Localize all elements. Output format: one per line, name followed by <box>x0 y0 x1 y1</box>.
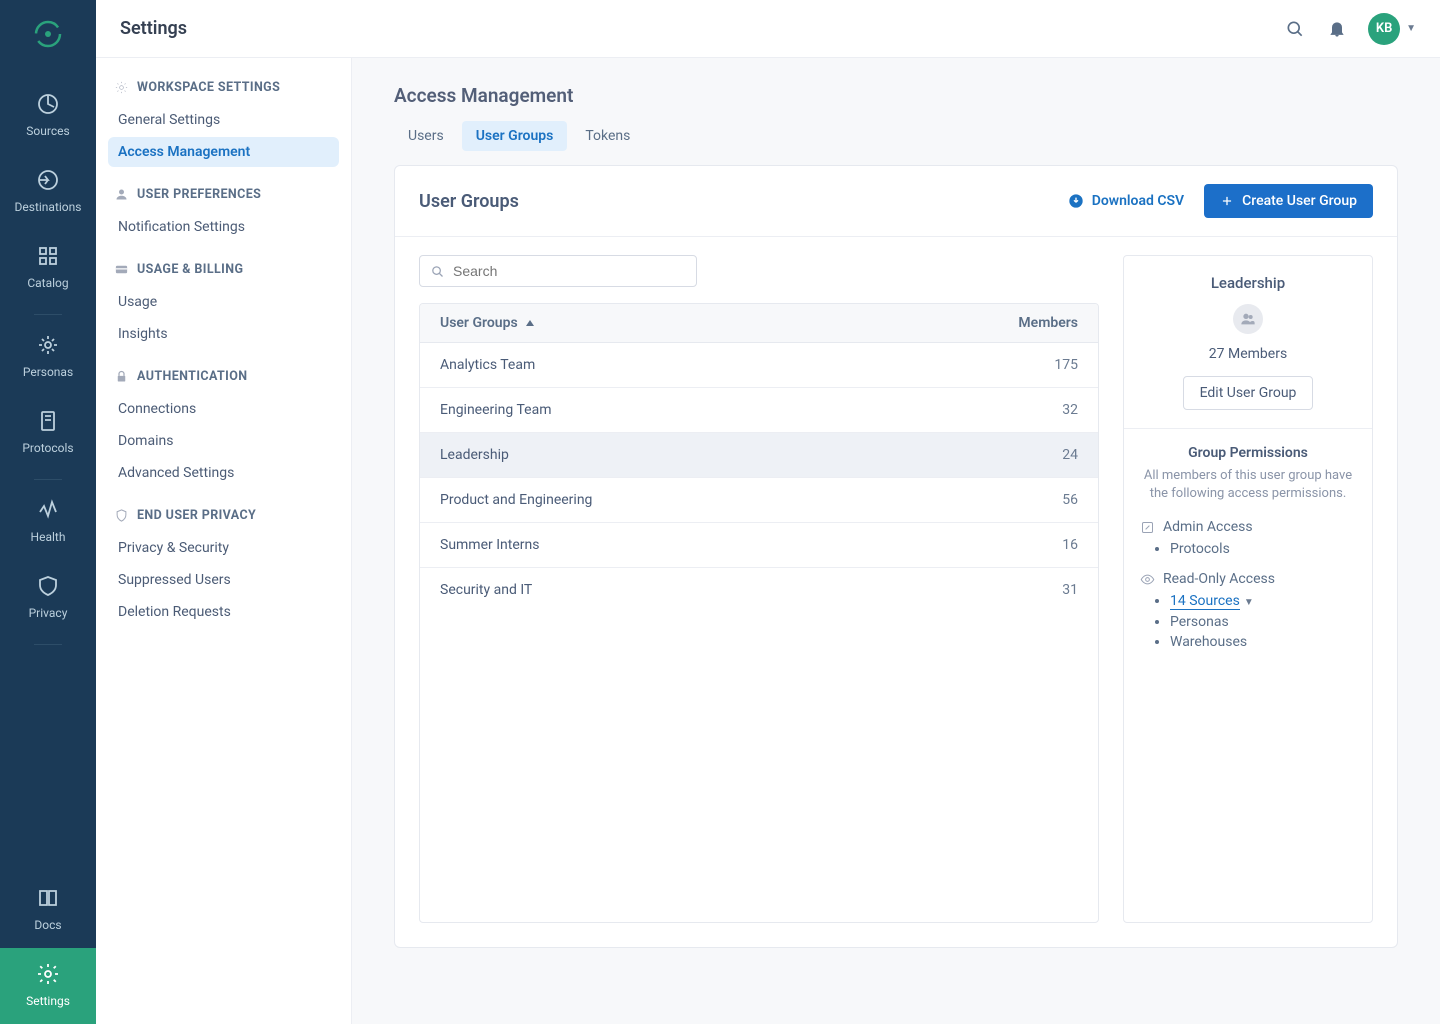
nav-divider <box>34 479 62 480</box>
nav-label: Destinations <box>15 200 82 214</box>
edit-icon <box>1140 520 1155 535</box>
admin-access-list: Protocols <box>1140 541 1356 557</box>
sidebar-item-access-management[interactable]: Access Management <box>108 137 339 167</box>
sidebar-item-privacy-security[interactable]: Privacy & Security <box>108 533 339 563</box>
table-row[interactable]: Security and IT 31 <box>420 568 1098 612</box>
sidebar-section-authentication: AUTHENTICATION <box>108 369 339 384</box>
readonly-access-list: 14 Sources▼ Personas Warehouses <box>1140 593 1356 650</box>
create-user-group-button[interactable]: Create User Group <box>1204 184 1373 218</box>
download-csv-button[interactable]: Download CSV <box>1068 193 1184 209</box>
sidebar-item-notification-settings[interactable]: Notification Settings <box>108 212 339 242</box>
sidebar-section-workspace: WORKSPACE SETTINGS <box>108 80 339 95</box>
sidebar-item-usage[interactable]: Usage <box>108 287 339 317</box>
sidebar-section-user-preferences: USER PREFERENCES <box>108 187 339 202</box>
eye-icon <box>1140 572 1155 587</box>
tab-user-groups[interactable]: User Groups <box>462 121 568 151</box>
group-avatar-icon <box>1233 304 1263 334</box>
nav-health[interactable]: Health <box>0 484 96 560</box>
search-icon[interactable] <box>1284 18 1306 40</box>
sidebar-section-end-user-privacy: END USER PRIVACY <box>108 508 339 523</box>
sidebar-section-usage-billing: USAGE & BILLING <box>108 262 339 277</box>
table-row[interactable]: Leadership 24 <box>420 433 1098 478</box>
nav-label: Docs <box>34 918 61 932</box>
sidebar-item-connections[interactable]: Connections <box>108 394 339 424</box>
table-row[interactable]: Analytics Team 175 <box>420 343 1098 388</box>
sidebar-item-insights[interactable]: Insights <box>108 319 339 349</box>
sidebar-item-general-settings[interactable]: General Settings <box>108 105 339 135</box>
search-input[interactable] <box>453 263 686 279</box>
nav-divider <box>34 644 62 645</box>
nav-label: Catalog <box>27 276 68 290</box>
tabs: Users User Groups Tokens <box>394 121 1398 151</box>
column-header-name[interactable]: User Groups <box>440 315 988 331</box>
list-item: Warehouses <box>1170 634 1356 650</box>
readonly-access-label: Read-Only Access <box>1140 571 1356 587</box>
nav-privacy[interactable]: Privacy <box>0 560 96 636</box>
download-icon <box>1068 193 1084 209</box>
page-title: Access Management <box>394 84 1398 107</box>
table-row[interactable]: Product and Engineering 56 <box>420 478 1098 523</box>
table-row[interactable]: Summer Interns 16 <box>420 523 1098 568</box>
sort-ascending-icon <box>526 320 534 326</box>
user-groups-card: User Groups Download CSV Create User Gro… <box>394 165 1398 948</box>
page-heading: Settings <box>120 18 187 39</box>
group-members-count: 27 Members <box>1142 346 1354 362</box>
search-icon <box>430 264 445 279</box>
logo-icon <box>32 18 64 50</box>
nav-docs[interactable]: Docs <box>0 872 96 948</box>
permissions-description: All members of this user group have the … <box>1140 467 1356 503</box>
sidebar-item-advanced-settings[interactable]: Advanced Settings <box>108 458 339 488</box>
nav-sources[interactable]: Sources <box>0 78 96 154</box>
group-detail-panel: Leadership 27 Members Edit User Group Gr… <box>1123 255 1373 923</box>
user-groups-table: User Groups Members Analytics Team 175 <box>419 303 1099 923</box>
nav-label: Settings <box>26 994 70 1008</box>
nav-label: Privacy <box>29 606 68 620</box>
nav-label: Health <box>31 530 66 544</box>
permissions-header: Group Permissions <box>1140 445 1356 461</box>
nav-rail: Sources Destinations Catalog Personas Pr… <box>0 0 96 1024</box>
table-row[interactable]: Engineering Team 32 <box>420 388 1098 433</box>
nav-personas[interactable]: Personas <box>0 319 96 395</box>
content-area: Access Management Users User Groups Toke… <box>352 58 1440 1024</box>
chevron-down-icon: ▼ <box>1244 597 1254 608</box>
nav-label: Sources <box>26 124 69 138</box>
group-name: Leadership <box>1142 274 1354 292</box>
tab-users[interactable]: Users <box>394 121 458 151</box>
user-menu[interactable]: KB ▼ <box>1368 13 1416 45</box>
sidebar-item-suppressed-users[interactable]: Suppressed Users <box>108 565 339 595</box>
sidebar-item-deletion-requests[interactable]: Deletion Requests <box>108 597 339 627</box>
card-title: User Groups <box>419 191 519 212</box>
nav-protocols[interactable]: Protocols <box>0 395 96 471</box>
settings-sidebar: WORKSPACE SETTINGS General Settings Acce… <box>96 58 352 1024</box>
topbar: Settings KB ▼ <box>96 0 1440 58</box>
nav-divider <box>34 314 62 315</box>
sidebar-item-domains[interactable]: Domains <box>108 426 339 456</box>
nav-label: Protocols <box>22 441 73 455</box>
list-item: Protocols <box>1170 541 1356 557</box>
list-item[interactable]: 14 Sources▼ <box>1170 593 1356 610</box>
plus-icon <box>1220 194 1234 208</box>
nav-label: Personas <box>23 365 73 379</box>
admin-access-label: Admin Access <box>1140 519 1356 535</box>
nav-settings[interactable]: Settings <box>0 948 96 1024</box>
bell-icon[interactable] <box>1326 18 1348 40</box>
tab-tokens[interactable]: Tokens <box>571 121 644 151</box>
chevron-down-icon: ▼ <box>1406 23 1416 34</box>
column-header-members[interactable]: Members <box>988 315 1078 331</box>
nav-catalog[interactable]: Catalog <box>0 230 96 306</box>
edit-user-group-button[interactable]: Edit User Group <box>1183 376 1314 410</box>
nav-destinations[interactable]: Destinations <box>0 154 96 230</box>
search-input-wrapper[interactable] <box>419 255 697 287</box>
avatar: KB <box>1368 13 1400 45</box>
list-item: Personas <box>1170 614 1356 630</box>
